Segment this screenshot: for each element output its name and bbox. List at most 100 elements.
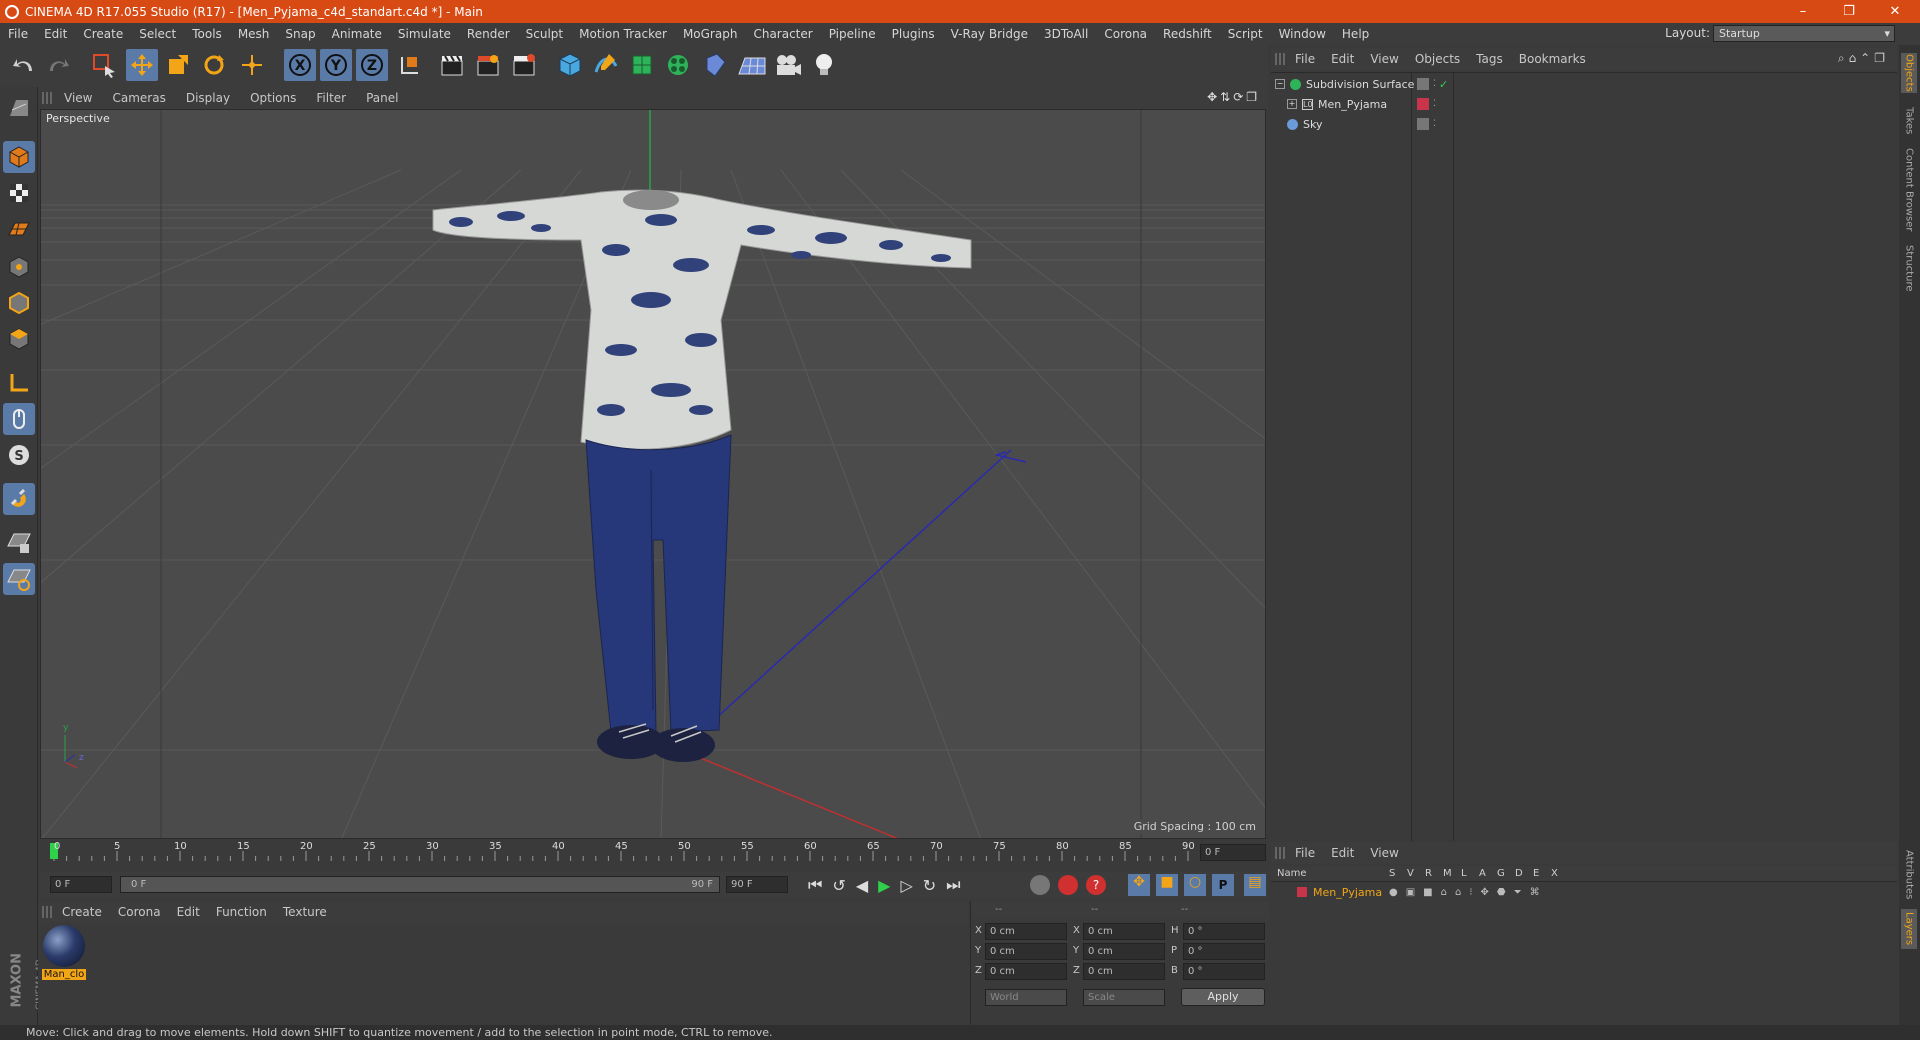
menu-sculpt[interactable]: Sculpt: [518, 27, 571, 41]
object-menu-file[interactable]: File: [1287, 52, 1323, 66]
coordinate-system-button[interactable]: [394, 49, 426, 81]
object-row-men-pyjama[interactable]: + L0 Men_Pyjama ⁚: [1271, 94, 1897, 114]
make-editable-button[interactable]: [3, 93, 35, 125]
redo-button[interactable]: [42, 49, 74, 81]
material-swatch[interactable]: Man_clo: [42, 925, 86, 983]
x-axis-lock-button[interactable]: X: [284, 49, 316, 81]
recent-tools-button[interactable]: [236, 49, 268, 81]
menu-pipeline[interactable]: Pipeline: [821, 27, 884, 41]
object-row-sky[interactable]: Sky ⁚: [1271, 114, 1897, 134]
tab-layers[interactable]: Layers: [1901, 909, 1917, 949]
size-z-field[interactable]: 0 cm: [1083, 963, 1165, 980]
material-menu-create[interactable]: Create: [54, 905, 110, 919]
material-menu-function[interactable]: Function: [208, 905, 275, 919]
menu-edit[interactable]: Edit: [36, 27, 75, 41]
tab-content-browser[interactable]: Content Browser: [1901, 145, 1917, 235]
pos-y-field[interactable]: 0 cm: [985, 943, 1067, 960]
object-menu-edit[interactable]: Edit: [1323, 52, 1362, 66]
menu-mesh[interactable]: Mesh: [230, 27, 278, 41]
layer-color-icon[interactable]: [1297, 887, 1307, 897]
menu-character[interactable]: Character: [745, 27, 820, 41]
viewport-menu-view[interactable]: View: [54, 91, 102, 105]
add-cube-button[interactable]: [554, 49, 586, 81]
object-menu-tags[interactable]: Tags: [1468, 52, 1511, 66]
autokey-icon[interactable]: [1058, 875, 1078, 895]
layer-menu-file[interactable]: File: [1287, 846, 1323, 860]
rotate-tool-button[interactable]: [198, 49, 230, 81]
viewport-menu-cameras[interactable]: Cameras: [102, 91, 175, 105]
y-axis-lock-button[interactable]: Y: [320, 49, 352, 81]
visibility-dots-icon[interactable]: ⁚: [1433, 99, 1436, 109]
close-button[interactable]: ✕: [1872, 0, 1918, 23]
points-mode-button[interactable]: [3, 251, 35, 283]
pos-x-field[interactable]: 0 cm: [985, 923, 1067, 940]
current-frame-field[interactable]: 0 F: [1200, 844, 1266, 861]
minimize-button[interactable]: –: [1780, 0, 1826, 23]
collapse-icon[interactable]: −: [1275, 79, 1285, 89]
expand-icon[interactable]: +: [1287, 99, 1297, 109]
menu-tools[interactable]: Tools: [184, 27, 230, 41]
viewport-nav-icons[interactable]: ✥⇅⟳❐: [1207, 90, 1260, 104]
play-icon[interactable]: ▶: [878, 876, 890, 895]
parameter-key-icon[interactable]: P: [1212, 874, 1234, 896]
menu-create[interactable]: Create: [75, 27, 131, 41]
layer-menu-edit[interactable]: Edit: [1323, 846, 1362, 860]
snapping-button[interactable]: [3, 483, 35, 515]
edit-render-settings-button[interactable]: [508, 49, 540, 81]
layer-menu-view[interactable]: View: [1362, 846, 1406, 860]
material-menu-edit[interactable]: Edit: [169, 905, 208, 919]
start-frame-field[interactable]: 0 F: [50, 876, 112, 893]
edges-mode-button[interactable]: [3, 287, 35, 319]
visibility-dots-icon[interactable]: ⁚: [1433, 79, 1436, 89]
goto-next-key-icon[interactable]: ↻: [923, 876, 936, 895]
z-axis-lock-button[interactable]: Z: [356, 49, 388, 81]
solo-button[interactable]: S: [3, 439, 35, 471]
visibility-dots-icon[interactable]: ⁚: [1433, 119, 1436, 129]
scale-tool-button[interactable]: [162, 49, 194, 81]
preview-range-slider[interactable]: 0 F 90 F: [120, 876, 720, 893]
enabled-check-icon[interactable]: ✓: [1439, 78, 1448, 91]
undo-button[interactable]: [8, 49, 40, 81]
position-key-icon[interactable]: ✥: [1128, 874, 1150, 896]
goto-start-icon[interactable]: ⏮: [808, 875, 822, 895]
goto-end-icon[interactable]: ⏭: [946, 875, 960, 895]
size-mode-select[interactable]: Scale: [1083, 989, 1165, 1006]
timeline-window-icon[interactable]: ▤: [1244, 874, 1266, 896]
keyframe-selection-icon[interactable]: ?: [1086, 875, 1106, 895]
rot-h-field[interactable]: 0 °: [1183, 923, 1265, 940]
render-picture-viewer-button[interactable]: [472, 49, 504, 81]
rot-b-field[interactable]: 0 °: [1183, 963, 1265, 980]
step-back-icon[interactable]: ◀: [856, 876, 868, 895]
object-menu-objects[interactable]: Objects: [1407, 52, 1468, 66]
apply-button[interactable]: Apply: [1181, 988, 1265, 1006]
menu-window[interactable]: Window: [1271, 27, 1334, 41]
menu-file[interactable]: File: [0, 27, 36, 41]
menu-3dtoall[interactable]: 3DToAll: [1036, 27, 1096, 41]
record-active-icon[interactable]: [1030, 875, 1050, 895]
menu-simulate[interactable]: Simulate: [390, 27, 459, 41]
add-subdivision-button[interactable]: [626, 49, 658, 81]
add-spline-button[interactable]: [590, 49, 622, 81]
pos-z-field[interactable]: 0 cm: [985, 963, 1067, 980]
add-floor-button[interactable]: [736, 49, 768, 81]
layer-color-icon[interactable]: [1417, 98, 1429, 110]
tab-objects[interactable]: Objects: [1901, 53, 1917, 93]
coordinate-space-select[interactable]: World: [985, 989, 1067, 1006]
menu-plugins[interactable]: Plugins: [884, 27, 943, 41]
viewport-menu-panel[interactable]: Panel: [356, 91, 408, 105]
object-row-subdivision-surface[interactable]: − Subdivision Surface ⁚ ✓: [1271, 74, 1897, 94]
tweak-mode-button[interactable]: [3, 403, 35, 435]
scale-key-icon[interactable]: ■: [1156, 874, 1178, 896]
rotation-key-icon[interactable]: ○: [1184, 874, 1206, 896]
tab-structure[interactable]: Structure: [1901, 241, 1917, 295]
add-mograph-button[interactable]: [662, 49, 694, 81]
size-y-field[interactable]: 0 cm: [1083, 943, 1165, 960]
tab-takes[interactable]: Takes: [1901, 103, 1917, 139]
texture-mode-button[interactable]: [3, 177, 35, 209]
polygons-mode-button[interactable]: [3, 323, 35, 355]
menu-redshift[interactable]: Redshift: [1155, 27, 1220, 41]
menu-animate[interactable]: Animate: [324, 27, 390, 41]
menu-select[interactable]: Select: [131, 27, 184, 41]
locked-workplane-button[interactable]: [3, 527, 35, 559]
restore-button[interactable]: ❐: [1826, 0, 1872, 23]
